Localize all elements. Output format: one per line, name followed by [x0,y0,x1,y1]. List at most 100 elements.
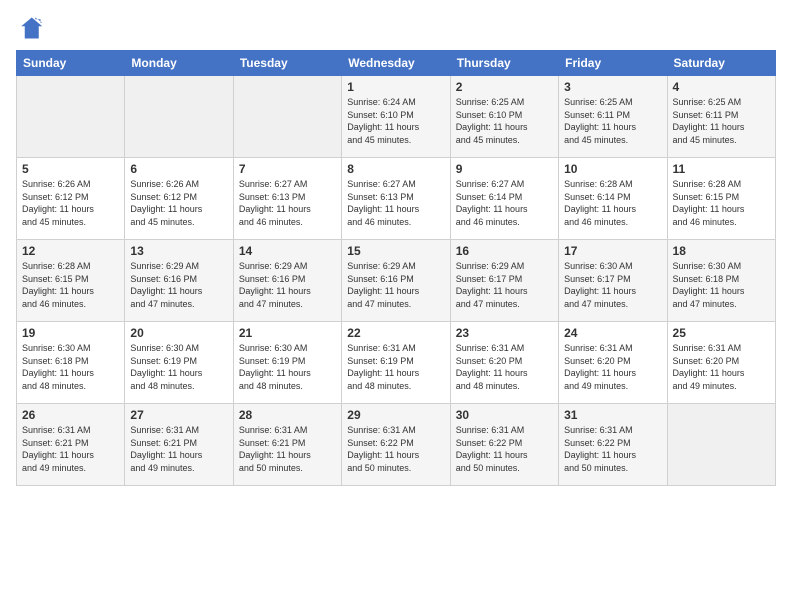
cell-content: Sunrise: 6:30 AMSunset: 6:17 PMDaylight:… [564,260,661,310]
calendar-cell [667,404,775,486]
cell-content: Sunrise: 6:31 AMSunset: 6:21 PMDaylight:… [239,424,336,474]
day-number: 4 [673,80,770,94]
calendar-cell: 12 Sunrise: 6:28 AMSunset: 6:15 PMDayligh… [17,240,125,322]
cell-content: Sunrise: 6:28 AMSunset: 6:14 PMDaylight:… [564,178,661,228]
cell-content: Sunrise: 6:30 AMSunset: 6:19 PMDaylight:… [239,342,336,392]
week-row-3: 12 Sunrise: 6:28 AMSunset: 6:15 PMDayligh… [17,240,776,322]
cell-content: Sunrise: 6:30 AMSunset: 6:18 PMDaylight:… [22,342,119,392]
weekday-header-saturday: Saturday [667,51,775,76]
cell-content: Sunrise: 6:25 AMSunset: 6:10 PMDaylight:… [456,96,553,146]
cell-content: Sunrise: 6:31 AMSunset: 6:19 PMDaylight:… [347,342,444,392]
day-number: 14 [239,244,336,258]
day-number: 21 [239,326,336,340]
calendar-cell: 2 Sunrise: 6:25 AMSunset: 6:10 PMDaylight… [450,76,558,158]
cell-content: Sunrise: 6:24 AMSunset: 6:10 PMDaylight:… [347,96,444,146]
day-number: 3 [564,80,661,94]
calendar-cell: 31 Sunrise: 6:31 AMSunset: 6:22 PMDayligh… [559,404,667,486]
day-number: 28 [239,408,336,422]
day-number: 15 [347,244,444,258]
day-number: 9 [456,162,553,176]
weekday-header-wednesday: Wednesday [342,51,450,76]
day-number: 26 [22,408,119,422]
week-row-1: 1 Sunrise: 6:24 AMSunset: 6:10 PMDaylight… [17,76,776,158]
cell-content: Sunrise: 6:29 AMSunset: 6:16 PMDaylight:… [130,260,227,310]
day-number: 18 [673,244,770,258]
day-number: 2 [456,80,553,94]
page: SundayMondayTuesdayWednesdayThursdayFrid… [0,0,792,612]
cell-content: Sunrise: 6:25 AMSunset: 6:11 PMDaylight:… [673,96,770,146]
day-number: 25 [673,326,770,340]
day-number: 16 [456,244,553,258]
calendar-cell [17,76,125,158]
logo [16,14,48,42]
calendar-cell: 26 Sunrise: 6:31 AMSunset: 6:21 PMDayligh… [17,404,125,486]
cell-content: Sunrise: 6:29 AMSunset: 6:17 PMDaylight:… [456,260,553,310]
calendar-cell: 11 Sunrise: 6:28 AMSunset: 6:15 PMDayligh… [667,158,775,240]
calendar-cell: 24 Sunrise: 6:31 AMSunset: 6:20 PMDayligh… [559,322,667,404]
day-number: 20 [130,326,227,340]
cell-content: Sunrise: 6:31 AMSunset: 6:20 PMDaylight:… [673,342,770,392]
calendar-cell: 17 Sunrise: 6:30 AMSunset: 6:17 PMDayligh… [559,240,667,322]
calendar-cell: 3 Sunrise: 6:25 AMSunset: 6:11 PMDaylight… [559,76,667,158]
day-number: 19 [22,326,119,340]
cell-content: Sunrise: 6:27 AMSunset: 6:14 PMDaylight:… [456,178,553,228]
calendar-body: 1 Sunrise: 6:24 AMSunset: 6:10 PMDaylight… [17,76,776,486]
calendar: SundayMondayTuesdayWednesdayThursdayFrid… [16,50,776,486]
header [16,10,776,42]
calendar-cell: 13Sunrise: 6:29 AMSunset: 6:16 PMDayligh… [125,240,233,322]
day-number: 8 [347,162,444,176]
calendar-header: SundayMondayTuesdayWednesdayThursdayFrid… [17,51,776,76]
calendar-cell: 28 Sunrise: 6:31 AMSunset: 6:21 PMDayligh… [233,404,341,486]
calendar-cell: 29 Sunrise: 6:31 AMSunset: 6:22 PMDayligh… [342,404,450,486]
calendar-cell: 27Sunrise: 6:31 AMSunset: 6:21 PMDayligh… [125,404,233,486]
cell-content: Sunrise: 6:31 AMSunset: 6:22 PMDaylight:… [564,424,661,474]
day-number: 5 [22,162,119,176]
day-number: 17 [564,244,661,258]
cell-content: Sunrise: 6:26 AMSunset: 6:12 PMDaylight:… [22,178,119,228]
calendar-cell: 22Sunrise: 6:31 AMSunset: 6:19 PMDayligh… [342,322,450,404]
cell-content: Sunrise: 6:25 AMSunset: 6:11 PMDaylight:… [564,96,661,146]
day-number: 7 [239,162,336,176]
weekday-header-tuesday: Tuesday [233,51,341,76]
day-number: 6 [130,162,227,176]
day-number: 31 [564,408,661,422]
day-number: 30 [456,408,553,422]
cell-content: Sunrise: 6:29 AMSunset: 6:16 PMDaylight:… [347,260,444,310]
weekday-header-thursday: Thursday [450,51,558,76]
calendar-cell: 30Sunrise: 6:31 AMSunset: 6:22 PMDayligh… [450,404,558,486]
day-number: 11 [673,162,770,176]
cell-content: Sunrise: 6:28 AMSunset: 6:15 PMDaylight:… [22,260,119,310]
calendar-cell: 4 Sunrise: 6:25 AMSunset: 6:11 PMDaylight… [667,76,775,158]
calendar-cell: 23 Sunrise: 6:31 AMSunset: 6:20 PMDayligh… [450,322,558,404]
day-number: 23 [456,326,553,340]
cell-content: Sunrise: 6:30 AMSunset: 6:18 PMDaylight:… [673,260,770,310]
week-row-4: 19 Sunrise: 6:30 AMSunset: 6:18 PMDayligh… [17,322,776,404]
week-row-2: 5 Sunrise: 6:26 AMSunset: 6:12 PMDaylight… [17,158,776,240]
weekday-header-monday: Monday [125,51,233,76]
day-number: 29 [347,408,444,422]
calendar-cell: 15 Sunrise: 6:29 AMSunset: 6:16 PMDayligh… [342,240,450,322]
logo-icon [16,14,44,42]
calendar-cell: 9 Sunrise: 6:27 AMSunset: 6:14 PMDaylight… [450,158,558,240]
calendar-cell: 18 Sunrise: 6:30 AMSunset: 6:18 PMDayligh… [667,240,775,322]
weekday-header-friday: Friday [559,51,667,76]
cell-content: Sunrise: 6:26 AMSunset: 6:12 PMDaylight:… [130,178,227,228]
day-number: 1 [347,80,444,94]
calendar-cell: 1 Sunrise: 6:24 AMSunset: 6:10 PMDaylight… [342,76,450,158]
calendar-cell: 6 Sunrise: 6:26 AMSunset: 6:12 PMDaylight… [125,158,233,240]
cell-content: Sunrise: 6:31 AMSunset: 6:20 PMDaylight:… [456,342,553,392]
calendar-cell: 8Sunrise: 6:27 AMSunset: 6:13 PMDaylight… [342,158,450,240]
cell-content: Sunrise: 6:31 AMSunset: 6:21 PMDaylight:… [130,424,227,474]
weekday-header-sunday: Sunday [17,51,125,76]
calendar-cell [125,76,233,158]
weekday-row: SundayMondayTuesdayWednesdayThursdayFrid… [17,51,776,76]
cell-content: Sunrise: 6:31 AMSunset: 6:22 PMDaylight:… [347,424,444,474]
day-number: 24 [564,326,661,340]
cell-content: Sunrise: 6:31 AMSunset: 6:21 PMDaylight:… [22,424,119,474]
cell-content: Sunrise: 6:31 AMSunset: 6:20 PMDaylight:… [564,342,661,392]
cell-content: Sunrise: 6:28 AMSunset: 6:15 PMDaylight:… [673,178,770,228]
calendar-cell: 19 Sunrise: 6:30 AMSunset: 6:18 PMDayligh… [17,322,125,404]
calendar-cell: 20Sunrise: 6:30 AMSunset: 6:19 PMDayligh… [125,322,233,404]
day-number: 12 [22,244,119,258]
calendar-cell: 10Sunrise: 6:28 AMSunset: 6:14 PMDayligh… [559,158,667,240]
